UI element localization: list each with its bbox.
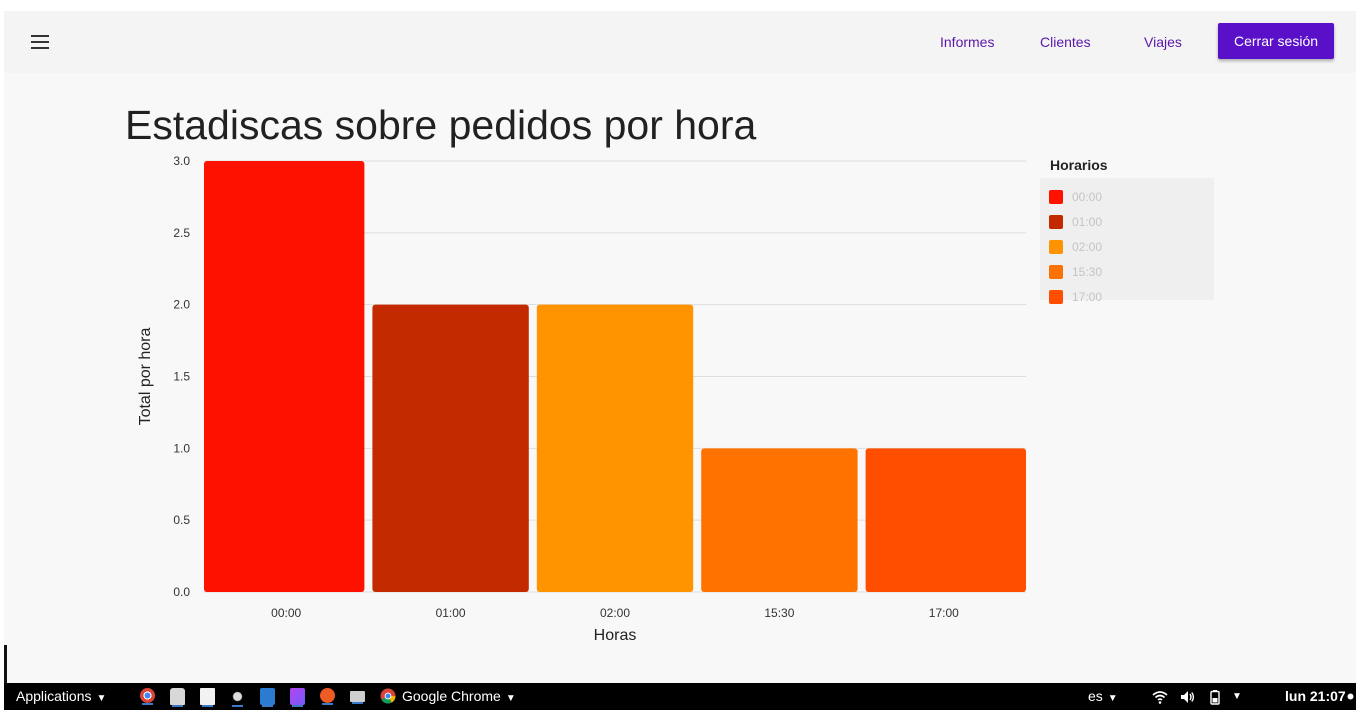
y-tick-label: 2.0 (173, 298, 190, 312)
volume-icon[interactable] (1179, 689, 1195, 705)
window-label: Google Chrome (402, 688, 501, 704)
bar (372, 304, 529, 592)
notification-dot-icon (1347, 693, 1354, 700)
app-window: Informes Clientes Viajes Cerrar sesión E… (4, 11, 1356, 683)
legend-label: 01:00 (1072, 214, 1103, 229)
legend-label: 15:30 (1072, 264, 1103, 279)
legend-item[interactable]: 00:00 (1040, 184, 1214, 209)
legend-label: 02:00 (1072, 239, 1103, 254)
y-tick-label: 2.5 (173, 226, 190, 240)
x-tick-label: 17:00 (929, 606, 959, 620)
battery-icon[interactable] (1207, 689, 1223, 705)
chrome-icon[interactable] (140, 688, 155, 705)
bug-icon[interactable] (230, 688, 245, 707)
chevron-down-icon: ▼ (505, 693, 516, 704)
chevron-down-icon: ▼ (1107, 693, 1118, 704)
applications-menu[interactable]: Applications ▼ (16, 683, 106, 710)
legend-item[interactable]: 15:30 (1040, 259, 1214, 284)
text-editor-icon[interactable] (200, 688, 215, 707)
legend-title: Horarios (1050, 157, 1108, 173)
x-tick-label: 15:30 (764, 606, 794, 620)
y-axis-label: Total por hora (137, 327, 154, 425)
y-tick-label: 1.5 (173, 370, 190, 384)
postman-icon[interactable] (320, 688, 335, 705)
chevron-down-icon: ▼ (96, 693, 107, 704)
legend-item[interactable]: 01:00 (1040, 209, 1214, 234)
taskbar: Applications ▼ Google Chrome ▼ es ▼ ▼ lun 2… (4, 683, 1356, 710)
legend-swatch (1049, 214, 1063, 229)
x-tick-label: 00:00 (271, 606, 301, 620)
legend-box: 00:00 01:00 02:00 15:30 17:00 (1040, 178, 1214, 304)
legend-item[interactable]: 17:00 (1040, 284, 1214, 309)
bar (536, 304, 694, 592)
y-tick-label: 0.0 (173, 585, 190, 599)
window-edge (4, 645, 7, 683)
bar (865, 448, 1026, 592)
legend-item[interactable]: 02:00 (1040, 234, 1214, 259)
applications-label: Applications (16, 688, 92, 704)
y-tick-label: 1.0 (173, 441, 190, 455)
terminal-icon[interactable] (350, 691, 365, 704)
phpstorm-icon[interactable] (290, 688, 305, 707)
keyboard-layout[interactable]: es ▼ (1088, 683, 1118, 710)
chevron-down-icon[interactable]: ▼ (1232, 683, 1242, 710)
legend-swatch (1049, 189, 1063, 204)
x-axis-label: Horas (594, 627, 637, 644)
legend-label: 17:00 (1072, 289, 1103, 304)
bar-chart: 0.0 0.5 1.0 1.5 2.0 2.5 3.0 00:00 01:00 02:00 15:3… (137, 154, 1026, 644)
vscode-icon[interactable] (260, 688, 275, 707)
legend-label: 00:00 (1072, 189, 1103, 204)
y-tick-label: 3.0 (173, 154, 190, 168)
x-tick-label: 01:00 (436, 606, 466, 620)
legend-swatch (1049, 289, 1063, 304)
legend-swatch (1049, 264, 1063, 279)
clock[interactable]: lun 21:07 (1285, 683, 1346, 710)
home-folder-icon[interactable] (170, 688, 185, 707)
taskbar-window-chrome[interactable]: Google Chrome ▼ (380, 683, 516, 710)
legend-swatch (1049, 239, 1063, 254)
wifi-icon[interactable] (1152, 689, 1168, 705)
x-tick-label: 02:00 (600, 606, 630, 620)
language-label: es (1088, 688, 1103, 704)
chrome-icon (380, 688, 396, 704)
bar (204, 161, 365, 592)
chart-legend: Horarios 00:00 01:00 02:00 15:30 17:00 (1040, 156, 1214, 304)
y-tick-label: 0.5 (173, 513, 190, 527)
bar (701, 448, 858, 592)
